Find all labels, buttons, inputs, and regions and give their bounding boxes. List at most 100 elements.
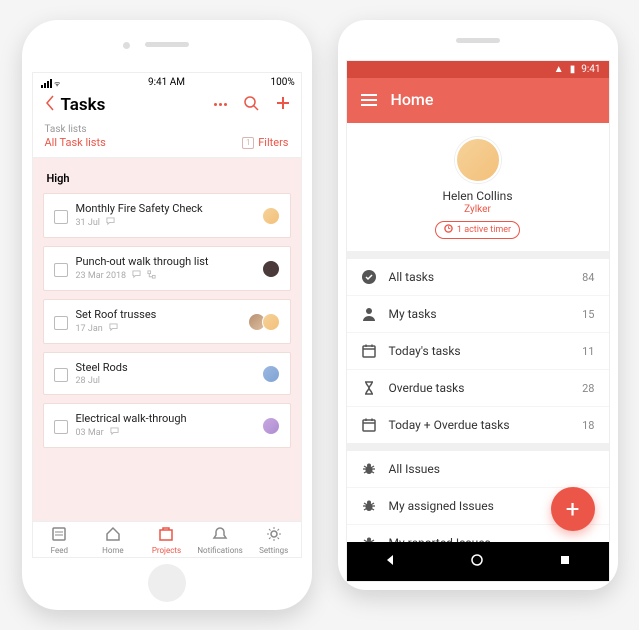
task-date: 17 Jan [76,324,103,334]
tasks-row[interactable]: My tasks 15 [347,295,609,332]
filter-bar: Task lists All Task lists 1 Filters [33,121,301,158]
page-title: Tasks [61,95,210,115]
task-card[interactable]: Electrical walk-through03 Mar [43,403,291,448]
task-meta: 17 Jan [76,323,244,335]
speaker [145,42,189,47]
bug-icon [361,498,377,514]
tasklist-value: All Task lists [45,136,106,149]
row-label: Today + Overdue tasks [389,418,571,432]
android-screen: ▲ ▮ 9:41 Home Helen Collins Zylker 1 act… [346,60,610,582]
avatar [262,313,280,331]
task-title: Monthly Fire Safety Check [76,202,258,215]
android-navbar [347,542,609,581]
task-meta: 28 Jul [76,376,258,386]
issues-row[interactable]: All Issues [347,451,609,487]
svg-text:ᯤ: ᯤ [54,80,61,88]
task-date: 03 Mar [76,428,104,438]
ios-status-bar: ᯤ 9:41 AM 100% [33,73,301,90]
filters-button[interactable]: 1 Filters [242,136,288,149]
ios-header: Tasks [33,90,301,121]
tab-home[interactable]: Home [86,526,140,555]
home-button[interactable] [148,564,186,602]
checkbox[interactable] [54,368,68,382]
task-meta: 23 Mar 2018 [76,270,258,282]
avatar [262,207,280,225]
comment-icon [110,427,119,439]
priority-section-header: High [33,158,301,193]
front-camera [123,42,130,49]
tasks-row[interactable]: Today's tasks 11 [347,332,609,369]
subtask-icon [147,270,156,282]
tasks-row[interactable]: Today + Overdue tasks18 [347,406,609,443]
hourglass-icon [361,380,377,396]
row-label: My tasks [389,307,571,321]
profile-name: Helen Collins [357,189,599,203]
row-count: 11 [582,345,594,358]
profile-card: Helen Collins Zylker 1 active timer [347,123,609,251]
checkbox[interactable] [54,210,68,224]
task-card[interactable]: Monthly Fire Safety Check31 Jul [43,193,291,238]
row-count: 15 [582,308,594,321]
nav-home-icon[interactable] [470,552,484,571]
tab-label: Home [102,546,124,555]
comment-icon [106,217,115,229]
bug-icon [361,461,377,477]
assignee-stack[interactable] [266,365,280,383]
checkbox[interactable] [54,263,68,277]
task-title: Steel Rods [76,361,258,374]
avatar [262,417,280,435]
calendar-icon [361,417,377,433]
avatar [262,365,280,383]
row-label: Today's tasks [389,344,571,358]
search-icon[interactable] [243,95,259,115]
tasks-row[interactable]: Overdue tasks28 [347,369,609,406]
status-time: 9:41 AM [148,77,185,88]
page-title: Home [391,90,434,109]
ios-screen: ᯤ 9:41 AM 100% Tasks Task lists [32,72,302,558]
check-circle-icon [361,269,377,285]
assignee-stack[interactable] [266,207,280,225]
filters-label: Filters [258,136,288,149]
checkbox[interactable] [54,420,68,434]
nav-back-icon[interactable] [383,552,397,571]
android-appbar: Home [347,78,609,123]
tab-label: Projects [152,546,181,555]
avatar[interactable] [455,137,501,183]
assignee-stack[interactable] [266,260,280,278]
back-button[interactable] [43,94,57,115]
row-label: All tasks [389,270,571,284]
row-label: All Issues [389,462,595,476]
checkbox[interactable] [54,316,68,330]
task-card[interactable]: Punch-out walk through list23 Mar 2018 [43,246,291,291]
menu-icon[interactable] [361,94,377,106]
task-card[interactable]: Steel Rods 28 Jul [43,352,291,395]
tab-settings[interactable]: Settings [247,526,301,555]
assignee-stack[interactable] [266,417,280,435]
tab-projects[interactable]: Projects [140,526,194,555]
timer-label: 1 active timer [457,225,511,235]
more-icon[interactable] [214,103,227,106]
home-icon [105,526,121,544]
fab-add[interactable]: + [551,487,595,531]
signal-icon: ᯤ [41,78,63,88]
tab-label: Feed [51,546,68,555]
nav-recent-icon[interactable] [558,552,572,571]
tab-label: Notifications [197,546,242,555]
timer-icon [444,224,453,236]
notifications-icon [212,526,228,544]
android-content[interactable]: Helen Collins Zylker 1 active timer All … [347,123,609,581]
row-count: 84 [582,271,594,284]
task-list[interactable]: High Monthly Fire Safety Check31 Jul Punc… [33,158,301,521]
tasks-row[interactable]: All tasks 84 [347,259,609,295]
tab-notifications[interactable]: Notifications [193,526,247,555]
assignee-stack[interactable] [252,313,280,331]
tasklist-selector[interactable]: Task lists All Task lists [45,123,106,149]
task-card[interactable]: Set Roof trusses17 Jan [43,299,291,344]
calendar-icon [361,343,377,359]
filter-count-badge: 1 [242,137,254,149]
add-icon[interactable] [275,95,291,115]
row-label: Overdue tasks [389,381,571,395]
active-timer-chip[interactable]: 1 active timer [435,221,520,239]
tab-feed[interactable]: Feed [33,526,87,555]
status-time: 9:41 [581,64,600,75]
